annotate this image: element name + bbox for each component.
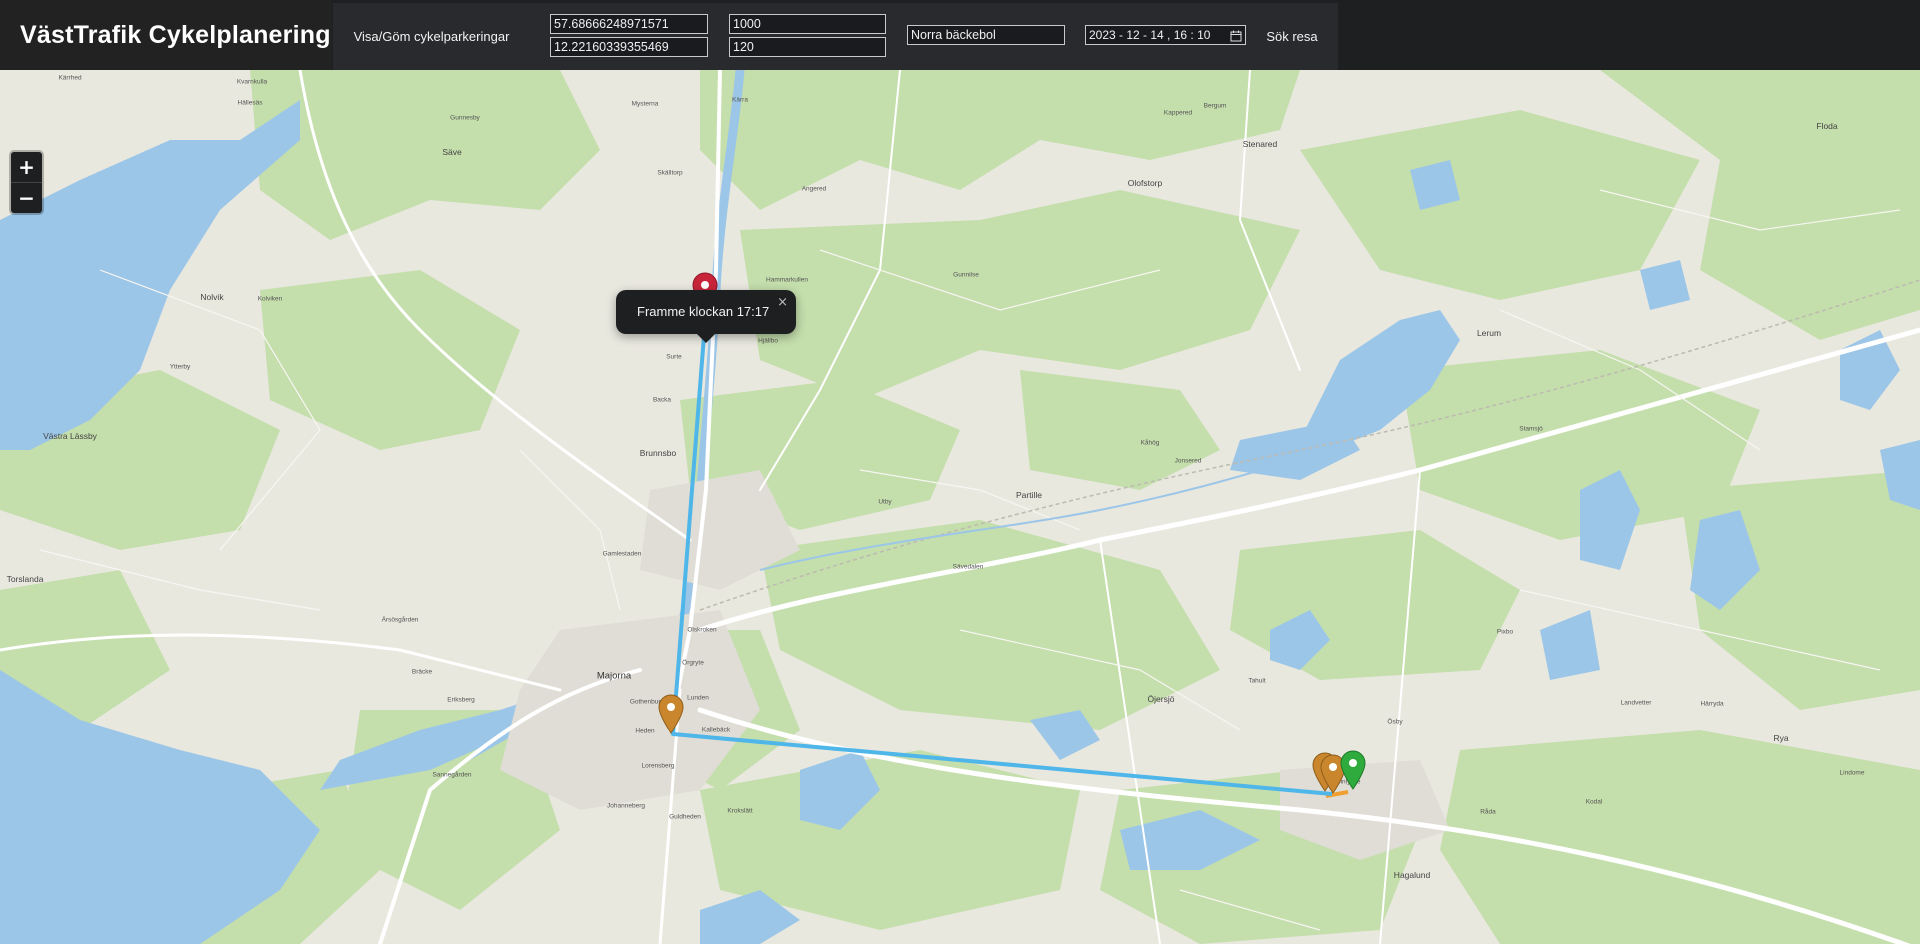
place-label: Ärsösgården	[381, 616, 419, 624]
zoom-control: + −	[11, 152, 42, 213]
place-label: Bergum	[1203, 102, 1227, 110]
place-label: Pixbo	[1496, 628, 1514, 636]
place-label: Brunnsbo	[639, 448, 677, 458]
place-label: Hammarkullen	[766, 276, 808, 284]
place-label: Råda	[1480, 808, 1496, 816]
place-label: Hagalund	[1393, 870, 1431, 880]
destination-input[interactable]	[907, 25, 1065, 45]
place-label: Utby	[878, 498, 892, 506]
place-label: Eriksberg	[447, 696, 475, 704]
datetime-value: 2023 - 12 - 14 , 16 : 10	[1089, 28, 1211, 42]
place-label: Lindome	[1839, 769, 1865, 777]
place-label: Torslanda	[6, 574, 44, 584]
place-label: Krokslätt	[727, 807, 753, 815]
place-label: Gamlestaden	[602, 550, 642, 558]
place-label: Lunden	[687, 694, 709, 702]
place-label: Lerum	[1476, 328, 1502, 338]
place-label: Backa	[652, 396, 672, 404]
place-label: Partille	[1016, 490, 1042, 500]
arrival-popup-text: Framme klockan 17:17	[637, 304, 770, 319]
top-navbar: VästTrafik Cykelplanering Visa/Göm cykel…	[0, 0, 1920, 70]
toggle-bike-parking-button[interactable]: Visa/Göm cykelparkeringar	[333, 3, 530, 70]
app-title: VästTrafik Cykelplanering	[20, 20, 331, 49]
place-label: Säve	[442, 147, 462, 157]
place-label: Sävedalen	[952, 563, 984, 571]
place-label: Floda	[1816, 121, 1838, 131]
bike-parking-marker[interactable]	[658, 694, 684, 734]
place-label: Olskroken	[687, 626, 717, 634]
place-label: Landvetter	[1620, 699, 1652, 707]
place-label: Kärrhed	[58, 74, 82, 82]
place-label: Stenared	[1242, 139, 1278, 149]
place-label: Heden	[635, 727, 655, 735]
place-label: Johanneberg	[607, 802, 645, 810]
place-label: Surte	[666, 353, 682, 361]
place-label: Majorna	[596, 670, 632, 682]
place-label: Mysterna	[631, 100, 659, 108]
start-marker[interactable]	[1340, 750, 1366, 790]
place-label: Västra Lässby	[43, 431, 97, 441]
place-label: Hjällbo	[758, 337, 778, 345]
place-label: Skälltorp	[657, 169, 683, 177]
time-input[interactable]	[729, 37, 886, 57]
place-label: Rya	[1773, 733, 1789, 743]
place-label: Nolvik	[200, 292, 224, 302]
zoom-in-button[interactable]: +	[11, 152, 42, 182]
place-label: Tahult	[1248, 677, 1266, 685]
place-label: Ytterby	[169, 363, 191, 371]
map-tiles	[0, 70, 1920, 944]
search-trip-button[interactable]: Sök resa	[1246, 3, 1338, 70]
place-label: Kåhög	[1140, 439, 1160, 447]
place-label: Kallebäck	[701, 726, 731, 734]
place-label: Gunnesby	[450, 114, 480, 122]
app-brand[interactable]: VästTrafik Cykelplanering	[0, 0, 332, 70]
calendar-icon[interactable]	[1230, 29, 1242, 42]
place-label: Kodal	[1585, 798, 1603, 806]
radius-input[interactable]	[729, 14, 886, 34]
zoom-out-button[interactable]: −	[11, 182, 42, 213]
longitude-input[interactable]	[550, 37, 708, 57]
place-label: Angered	[801, 185, 827, 193]
place-label: Lorensberg	[641, 762, 675, 770]
place-label: Stamsjö	[1519, 425, 1543, 433]
toggle-bike-parking-label: Visa/Göm cykelparkeringar	[353, 29, 510, 44]
place-label: Örgryte	[682, 659, 704, 667]
place-label: Guldheden	[669, 813, 701, 821]
place-label: Kvarnkulla	[236, 78, 268, 86]
place-label: Jonsered	[1174, 457, 1202, 465]
place-label: Olofstorp	[1127, 178, 1163, 188]
place-label: Kappered	[1163, 109, 1193, 117]
place-label: Ösby	[1387, 718, 1403, 726]
search-trip-label: Sök resa	[1266, 29, 1318, 44]
place-label: Sannegården	[432, 771, 472, 779]
map-area[interactable]: Kärrhed Kvarnkulla Hällesäs Gunnesby Säve Nol…	[0, 70, 1920, 944]
place-label: Kärra	[732, 96, 748, 104]
place-label: Öjersjö	[1147, 694, 1175, 704]
popup-close-icon[interactable]: ×	[777, 295, 788, 310]
place-label: Hällesäs	[237, 99, 263, 107]
latitude-input[interactable]	[550, 14, 708, 34]
datetime-input[interactable]: 2023 - 12 - 14 , 16 : 10	[1085, 25, 1246, 45]
place-label: Bräcke	[411, 668, 433, 676]
arrival-popup: Framme klockan 17:17 ×	[616, 290, 796, 343]
place-label: Härryda	[1700, 700, 1724, 708]
place-label: Gunnilse	[953, 271, 979, 279]
place-label: Kolviken	[257, 295, 283, 303]
